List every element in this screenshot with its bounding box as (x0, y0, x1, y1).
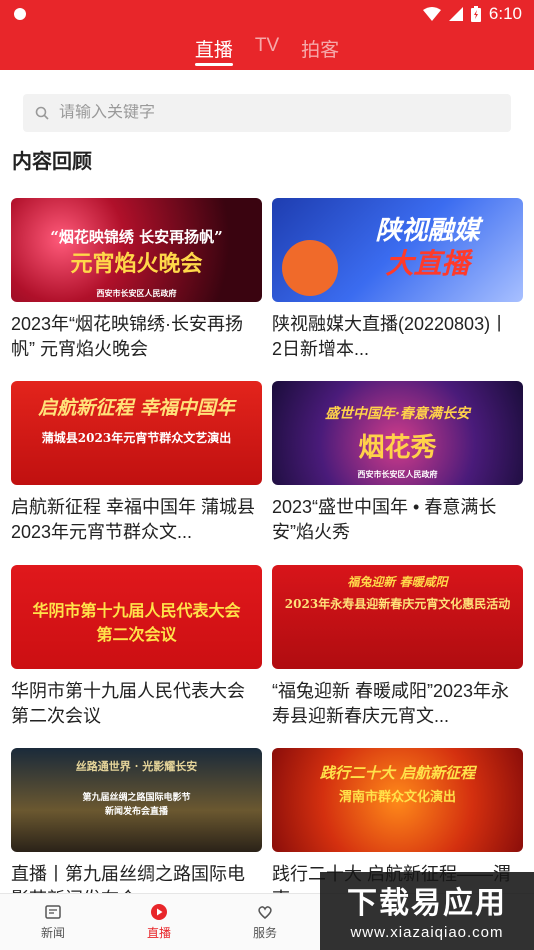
wifi-icon (422, 7, 441, 21)
notification-dot-icon (14, 8, 26, 20)
card-title: 陕视融媒大直播(20220803)丨 2日新增本... (272, 314, 509, 359)
top-header: 直播 TV 拍客 (0, 30, 534, 70)
card-thumbnail: 陕视融媒 大直播 (272, 198, 523, 302)
orange-ball-graphic (282, 240, 338, 296)
nav-label: 新闻 (40, 926, 65, 940)
thumbnail-text: 烟花秀 (358, 433, 437, 463)
thumbnail-text: 新闻发布会直播 (104, 807, 168, 817)
card-thumbnail: 启航新征程 幸福中国年 蒲城县2023年元宵节群众文艺演出 (11, 381, 262, 485)
watermark-logo: 下载易应用 www.xiazaiqiao.com (320, 872, 534, 950)
search-bar[interactable] (23, 94, 511, 132)
search-input[interactable] (59, 104, 459, 122)
card-thumbnail: 华阴市第十九届人民代表大会 第二次会议 (11, 565, 262, 669)
content-card[interactable]: 华阴市第十九届人民代表大会 第二次会议 华阴市第十九届人民代表大会第二次会议 (11, 565, 262, 729)
content-card[interactable]: 盛世中国年·春意满长安 烟花秀 西安市长安区人民政府 2023“盛世中国年 • … (272, 381, 523, 545)
thumbnail-text: “烟花映锦绣 长安再扬帆” (50, 228, 223, 246)
signal-icon (448, 7, 463, 21)
section-title: 内容回顾 (12, 151, 92, 173)
thumbnail-text: 践行二十大 启航新征程 (319, 764, 476, 782)
service-heart-icon (258, 906, 272, 919)
thumbnail-text: 丝路通世界 · 光影耀长安 (75, 760, 198, 773)
thumbnail-text: 大直播 (385, 247, 470, 280)
card-thumbnail: 践行二十大 启航新征程 渭南市群众文化演出 (272, 748, 523, 852)
status-bar: 6:10 (0, 0, 534, 30)
thumbnail-text: 启航新征程 幸福中国年 (38, 397, 235, 419)
thumbnail-text: 蒲城县2023年元宵节群众文艺演出 (41, 431, 232, 445)
tab-paike[interactable]: 拍客 (301, 30, 339, 70)
nav-service[interactable]: 服务 (212, 894, 318, 950)
nav-label: 服务 (252, 926, 277, 940)
watermark-sub-text: www.xiazaiqiao.com (350, 924, 504, 941)
card-thumbnail: 丝路通世界 · 光影耀长安 第九届丝绸之路国际电影节 新闻发布会直播 (11, 748, 262, 852)
content-card[interactable]: “烟花映锦绣 长安再扬帆” 元宵焰火晚会 西安市长安区人民政府 2023年“烟花… (11, 198, 262, 362)
watermark-main-text: 下载易应用 (347, 886, 507, 921)
tab-live[interactable]: 直播 (194, 30, 233, 70)
thumbnail-text: 渭南市群众文化演出 (338, 790, 456, 805)
thumbnail-text: 元宵焰火晚会 (70, 251, 203, 277)
status-icons: 6:10 (422, 4, 522, 24)
nav-news[interactable]: 新闻 (0, 894, 106, 950)
live-play-icon (151, 904, 167, 920)
nav-live[interactable]: 直播 (106, 894, 212, 950)
card-title: “福兔迎新 春暖咸阳”2023年永寿县迎新春庆元宵文... (272, 681, 510, 726)
content-card[interactable]: 福兔迎新 春暖咸阳 2023年永寿县迎新春庆元宵文化惠民活动 “福兔迎新 春暖咸… (272, 565, 523, 729)
news-icon (45, 905, 61, 919)
thumbnail-text: 西安市长安区人民政府 (96, 288, 177, 298)
nav-label: 直播 (146, 926, 171, 940)
content-card[interactable]: 丝路通世界 · 光影耀长安 第九届丝绸之路国际电影节 新闻发布会直播 直播丨第九… (11, 748, 262, 912)
content-card[interactable]: 启航新征程 幸福中国年 蒲城县2023年元宵节群众文艺演出 启航新征程 幸福中国… (11, 381, 262, 545)
card-title: 2023“盛世中国年 • 春意满长安”焰火秀 (272, 497, 497, 542)
search-icon (35, 106, 49, 120)
card-title: 启航新征程 幸福中国年 蒲城县2023年元宵节群众文... (11, 497, 256, 542)
thumbnail-text: 第二次会议 (96, 625, 177, 644)
card-thumbnail: “烟花映锦绣 长安再扬帆” 元宵焰火晚会 西安市长安区人民政府 (11, 198, 262, 302)
thumbnail-text: 2023年永寿县迎新春庆元宵文化惠民活动 (284, 597, 511, 611)
thumbnail-text: 第九届丝绸之路国际电影节 (82, 793, 191, 803)
content-card[interactable]: 陕视融媒 大直播 陕视融媒大直播(20220803)丨 2日新增本... (272, 198, 523, 362)
thumbnail-text: 华阴市第十九届人民代表大会 (32, 601, 241, 620)
card-thumbnail: 福兔迎新 春暖咸阳 2023年永寿县迎新春庆元宵文化惠民活动 (272, 565, 523, 669)
card-title: 2023年“烟花映锦绣·长安再扬帆” 元宵焰火晚会 (11, 314, 244, 359)
thumbnail-text: 盛世中国年·春意满长安 (325, 406, 470, 422)
card-thumbnail: 盛世中国年·春意满长安 烟花秀 西安市长安区人民政府 (272, 381, 523, 485)
tab-tv[interactable]: TV (255, 30, 279, 70)
top-tabs: 直播 TV 拍客 (0, 30, 534, 70)
battery-icon (470, 6, 481, 22)
thumbnail-text: 福兔迎新 春暖咸阳 (347, 575, 448, 589)
card-title: 华阴市第十九届人民代表大会第二次会议 (11, 681, 245, 726)
status-time: 6:10 (488, 4, 522, 23)
thumbnail-text: 西安市长安区人民政府 (357, 469, 438, 479)
